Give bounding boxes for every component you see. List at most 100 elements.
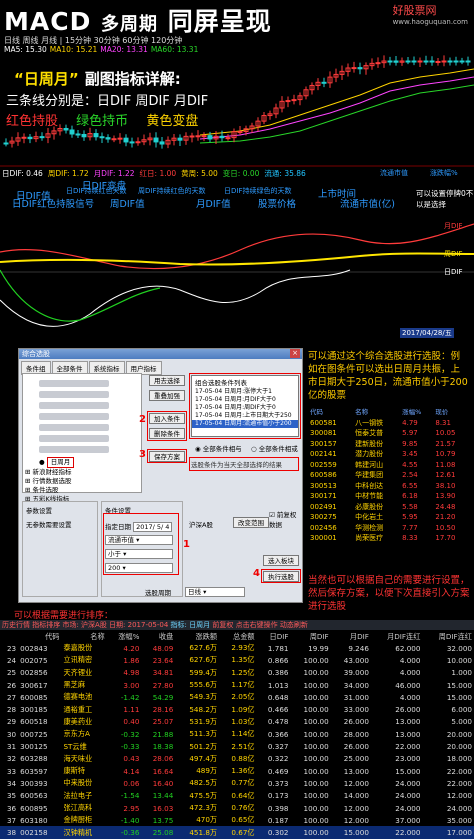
mini-table-row[interactable]: 300001 尚荣医疗 8.33 17.70 (309, 533, 469, 544)
ranking-row[interactable]: 34 300393 中来股份 0.06 16.40 482.5万 0.77亿 0.373 100… (0, 777, 474, 789)
ranking-cell: ST云维 (63, 741, 87, 751)
ranking-row[interactable]: 26 300617 黑芝麻 3.00 27.80 555.6万 1.17亿 1.013 100.… (0, 679, 474, 691)
ranking-cell: 26 (6, 680, 17, 690)
ranking-column-header[interactable]: 涨跌额 (175, 631, 219, 642)
dif-indicator-chart[interactable]: 月DIF 周DIF 日DIF (0, 210, 474, 340)
mini-table-header[interactable]: 名称 (354, 407, 401, 418)
tree-item-market[interactable]: ⊞ 行情数据选股 (25, 477, 139, 486)
svg-text:月DIF: 月DIF (444, 222, 462, 230)
ranking-row[interactable]: 31 300125 ST云维 -0.33 18.38 501.2万 2.51亿 0.327 10… (0, 740, 474, 752)
highlight-box-cond (103, 513, 179, 575)
radio-all-and[interactable]: ◉ 全部条件相与 (195, 443, 242, 453)
ranking-column-header[interactable]: 周DIF (291, 631, 331, 642)
ranking-column-header[interactable]: 周DIF连红 (422, 631, 474, 642)
ranking-cell: 24.000 (446, 803, 472, 813)
candle-body (207, 135, 213, 140)
overlay-button[interactable]: 重叠加强 (149, 390, 185, 401)
mini-table-row[interactable]: 600586 华建集团 2.54 12.61 (309, 470, 469, 481)
ranking-row[interactable]: 28 300185 通裕重工 1.11 28.16 548.2万 1.09亿 0.466 100… (0, 703, 474, 715)
ranking-cell: 金牌厨柜 (63, 815, 93, 825)
ranking-cell: 0.866 (267, 655, 289, 665)
ma-value: MA20: 13.31 (100, 45, 148, 54)
ranking-column-header[interactable]: 月DIF连红 (371, 631, 423, 642)
mini-table-cell: 必康股份 (355, 502, 384, 511)
radio-all-or[interactable]: ○ 全部条件相或 (251, 443, 298, 453)
ranking-row[interactable]: 30 000725 京东方A -0.32 21.88 511.3万 1.14亿 0.366 10… (0, 728, 474, 740)
mini-table-row[interactable]: 300081 恒泰艾普 5.97 10.05 (309, 428, 469, 439)
ranking-row[interactable]: 24 002075 立讯精密 1.86 23.64 627.6万 1.35亿 0.866 100… (0, 654, 474, 666)
ranking-cell: 12.000 (343, 778, 369, 788)
ranking-row[interactable]: 29 600518 康美药业 0.40 25.07 531.9万 1.03亿 0.478 100… (0, 716, 474, 728)
ranking-cell: 海天味业 (63, 753, 93, 763)
ranking-cell: 100.00 (303, 803, 329, 813)
mini-table-cell: 24.48 (435, 502, 456, 511)
ranking-cell: 599.4万 (189, 667, 218, 677)
tree-item-condition[interactable]: ⊞ 条件选股 (25, 486, 139, 495)
mini-table-cell: 6.18 (402, 492, 418, 500)
ranking-cell: 627.6万 (189, 643, 218, 653)
ranking-column-header[interactable]: 收盘 (141, 631, 175, 642)
mini-table-header[interactable]: 代码 (309, 407, 354, 418)
ranking-cell: 1.17亿 (231, 680, 255, 690)
ranking-row[interactable]: 36 600895 张江高科 2.95 16.03 472.3万 0.76亿 0.398 100… (0, 802, 474, 814)
ranking-row[interactable]: 25 002856 天齐锂业 4.98 34.81 599.4万 1.25亿 0.386 100… (0, 667, 474, 679)
blurred-item (39, 413, 109, 420)
params-panel: 参数设置 无参数需要设置 (22, 501, 98, 597)
ranking-cell: 300125 (20, 742, 48, 752)
ranking-cell: 600563 (20, 791, 48, 801)
candle-body (447, 60, 453, 63)
mini-table-row[interactable]: 300513 中科创达 6.55 38.10 (309, 481, 469, 492)
ranking-column-header[interactable]: 日DIF (257, 631, 291, 642)
ranking-cell: 17.000 (422, 826, 474, 839)
mini-table-cell: 中科创达 (355, 481, 384, 490)
candle-body (219, 135, 225, 139)
ranking-column-header[interactable]: 月DIF (331, 631, 371, 642)
mini-table-row[interactable]: 300171 中材节能 6.18 13.90 (309, 491, 469, 502)
ranking-row[interactable]: 23 002843 泰嘉股份 4.20 48.09 627.6万 2.93亿 1.781 19.… (0, 642, 474, 654)
ranking-cell: 19.99 (308, 643, 329, 653)
ranking-column-header[interactable] (0, 631, 18, 642)
candle-body (237, 131, 243, 134)
ranking-table[interactable]: 代码 名称 涨幅% 收盘 涨跌额 总金额 日DIF 周DIF 月DIF 月DIF连红 周DIF连红 2… (0, 631, 474, 839)
ranking-cell: 0.43 (123, 754, 140, 764)
candle-body (291, 99, 297, 102)
ranking-cell: 34.000 (343, 680, 369, 690)
ranking-row[interactable]: 35 600563 法拉电子 -1.54 13.44 475.5万 0.64亿 0.173 10… (0, 790, 474, 802)
tree-item-rizhouyue[interactable]: ● 日周月 (39, 457, 139, 468)
forward-adjust-checkbox[interactable]: ☑ 前复权数据 (269, 509, 302, 529)
ranking-column-header[interactable]: 涨幅% (107, 631, 142, 642)
mini-table-row[interactable]: 002559 韩建河山 4.55 11.08 (309, 460, 469, 471)
tree-item-sina[interactable]: ⊞ 新浪财经指标 (25, 468, 139, 477)
cycle-select[interactable]: 日线 ▾ (185, 587, 245, 597)
ranking-row[interactable]: 33 603597 康斯特 4.14 16.64 489万 1.36亿 0.469 100.00… (0, 765, 474, 777)
ranking-row[interactable]: 32 603288 海天味业 0.43 28.06 497.4万 0.88亿 0.322 100… (0, 753, 474, 765)
ranking-column-header[interactable]: 总金额 (219, 631, 257, 642)
mini-table-row[interactable]: 600581 八一钢铁 4.79 8.31 (309, 418, 469, 429)
mini-table-header[interactable]: 现价 (434, 407, 469, 418)
mini-table-row[interactable]: 300157 建新股份 9.85 21.57 (309, 439, 469, 450)
change-range-button[interactable]: 改变范围 (233, 517, 269, 528)
mini-table-row[interactable]: 002456 华测检测 7.77 10.50 (309, 523, 469, 534)
ranking-cell: 100.00 (303, 778, 329, 788)
indicator-tree[interactable]: ● 日周月 ⊞ 新浪财经指标 ⊞ 行情数据选股 ⊞ 条件选股 ⊞ 五彩K线指标 (22, 373, 142, 503)
ranking-column-header[interactable]: 代码 (18, 631, 61, 642)
ranking-column-header[interactable]: 名称 (61, 631, 106, 642)
add-to-block-button[interactable]: 选入板块 (263, 555, 299, 566)
mini-table-row[interactable]: 002141 潜力股份 3.45 10.79 (309, 449, 469, 460)
green-hold-label: 绿色持币 (76, 114, 129, 129)
use-selection-button[interactable]: 用去选择 (149, 375, 185, 386)
ranking-row[interactable]: 38 002158 汉钟精机 -0.36 25.08 451.8万 0.67亿 0.302 10… (0, 826, 474, 839)
mini-table-row[interactable]: 002491 必康股份 5.58 24.48 (309, 502, 469, 513)
ranking-cell: 16.40 (152, 778, 174, 788)
ranking-cell: 603180 (20, 815, 48, 825)
ranking-cell: 23 (6, 643, 17, 653)
ranking-cell: 100.00 (303, 742, 329, 752)
mini-table-cell: 8.31 (435, 418, 451, 427)
mini-table-header[interactable]: 涨幅% (401, 407, 434, 418)
ranking-row[interactable]: 37 603180 金牌厨柜 -1.40 13.75 470万 0.65亿 0.187 100.… (0, 814, 474, 826)
label-dif-red-signal: 日DIF红色持股信号 (12, 199, 95, 210)
mini-table-row[interactable]: 300275 中化岩土 5.95 21.20 (309, 512, 469, 523)
close-icon[interactable]: × (290, 349, 300, 358)
ranking-cell: 中来股份 (63, 778, 93, 788)
ranking-row[interactable]: 27 600085 德赛电池 -1.42 54.29 549.3万 2.05亿 0.648 10… (0, 691, 474, 703)
